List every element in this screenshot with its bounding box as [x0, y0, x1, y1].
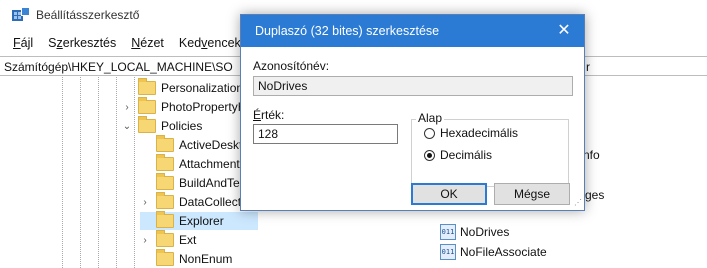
folder-icon — [156, 135, 174, 152]
radio-selected-icon[interactable] — [424, 149, 435, 161]
dialog-title: Duplaszó (32 bites) szerkesztése — [241, 15, 584, 47]
address-path: Számítógép\HKEY_LOCAL_MACHINE\SO — [4, 60, 233, 74]
folder-icon — [138, 78, 156, 95]
value-name-partial: ges — [585, 188, 605, 202]
edit-dword-dialog: Duplaszó (32 bites) szerkesztése ✕ Azono… — [240, 14, 585, 211]
chevron-down-icon[interactable]: ⌄ — [122, 121, 132, 132]
tree-item-personalization[interactable]: Personalization — [122, 78, 243, 97]
main-title: Beállításszerkesztő — [36, 8, 140, 22]
folder-icon — [138, 97, 156, 114]
tree-item-buildandtel[interactable]: BuildAndTel — [140, 173, 242, 192]
menu-favorites[interactable]: Kedvencek — [179, 36, 241, 50]
radio-decimal[interactable]: Decimális — [424, 148, 492, 162]
menu-view[interactable]: Nézet — [131, 36, 164, 50]
folder-icon — [156, 173, 174, 190]
radio-unselected-icon[interactable] — [424, 127, 435, 139]
resize-grip-icon[interactable]: ⋰ — [574, 198, 582, 207]
dword-value-icon: 011 — [440, 224, 456, 240]
folder-icon — [156, 154, 174, 171]
tree-item-nonenum[interactable]: NonEnum — [140, 249, 232, 268]
folder-icon — [156, 249, 174, 266]
registry-editor-icon — [12, 7, 30, 23]
tree-item-activedeskto[interactable]: ActiveDeskto — [140, 135, 249, 154]
tree-item-ext[interactable]: › Ext — [140, 230, 196, 249]
chevron-right-icon[interactable]: › — [140, 197, 150, 208]
value-row-nodrives[interactable]: 011 NoDrives — [440, 224, 509, 240]
folder-icon — [156, 192, 174, 209]
tree-item-attachments[interactable]: Attachments — [140, 154, 246, 173]
tree-item-photopropertyh[interactable]: › PhotoPropertyH — [122, 97, 246, 116]
value-name-partial: nfo — [583, 148, 600, 162]
value-name-label: Azonosítónév: — [253, 59, 330, 73]
tree-item-policies[interactable]: ⌄ Policies — [122, 116, 202, 135]
address-path-tail: r — [586, 60, 590, 74]
value-row-nofileassociate[interactable]: 011 NoFileAssociate — [440, 244, 547, 260]
close-icon[interactable]: ✕ — [554, 15, 574, 47]
tree-item-datacollectio[interactable]: › DataCollectio — [140, 192, 250, 211]
dword-value-icon: 011 — [440, 244, 456, 260]
chevron-right-icon[interactable]: › — [140, 235, 150, 246]
menu-edit[interactable]: Szerkesztés — [48, 36, 116, 50]
tree-item-explorer[interactable]: Explorer — [140, 211, 258, 230]
cancel-button[interactable]: Mégse — [494, 183, 570, 205]
value-data-label: Érték: — [253, 108, 285, 122]
folder-icon — [156, 230, 174, 247]
folder-open-icon — [138, 116, 156, 133]
key-tree[interactable]: Personalization › PhotoPropertyH ⌄ Policie… — [0, 77, 258, 268]
menu-file[interactable]: Fájl — [13, 36, 33, 50]
value-data-input[interactable]: 128 — [253, 124, 398, 144]
folder-icon — [156, 211, 174, 228]
ok-button[interactable]: OK — [411, 183, 487, 205]
value-name-field: NoDrives — [253, 76, 573, 96]
chevron-right-icon[interactable]: › — [122, 102, 132, 113]
radio-hexadecimal[interactable]: Hexadecimális — [424, 126, 518, 140]
base-group-title: Alap — [416, 111, 445, 125]
